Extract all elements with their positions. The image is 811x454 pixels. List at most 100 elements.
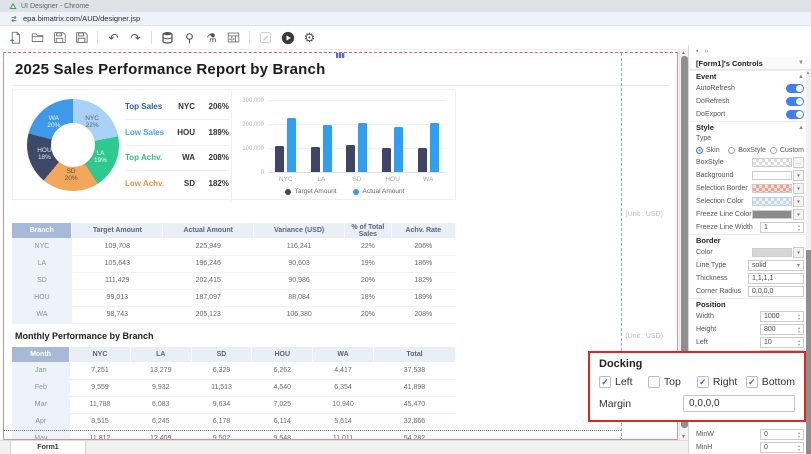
section-position[interactable]: Position	[689, 298, 811, 310]
selection-color-dropdown-button[interactable]: ▾	[793, 196, 804, 207]
table-cell: 186%	[391, 255, 455, 272]
table-cell: 13,279	[130, 362, 191, 379]
corner-radius-input[interactable]: 0,0,0,0	[748, 286, 804, 297]
settings-button[interactable]: ⚙	[301, 29, 318, 46]
minw-stepper[interactable]: 0▴▾	[760, 429, 804, 440]
pin-icon[interactable]: ▪	[696, 48, 698, 55]
table-cell: Feb	[12, 379, 70, 396]
dorefresh-row: DoRefresh	[689, 95, 811, 108]
panel-header[interactable]: [Form1]'s Controls ▼	[689, 57, 811, 70]
table-cell: 41,898	[373, 379, 455, 396]
column-header: Achv. Rate	[391, 223, 455, 238]
scroll-down-icon[interactable]: ▼	[806, 449, 810, 454]
border-color-dropdown-button[interactable]: ▾	[793, 247, 804, 258]
docking-checkboxes: ✓Left Top ✓Right✓Bottom	[599, 376, 795, 388]
background-swatch[interactable]	[752, 171, 792, 180]
selection-border-dropdown-button[interactable]: ▾	[793, 183, 804, 194]
autorefresh-toggle[interactable]	[786, 84, 804, 93]
url-text[interactable]: epa.bimatrix.com/AUD/designer.jsp	[23, 14, 140, 23]
bar	[394, 127, 403, 172]
boxstyle-swatch[interactable]	[752, 158, 792, 167]
new-file-button[interactable]	[7, 29, 24, 46]
x-axis-label: SD	[339, 176, 375, 183]
collapse-panel-icon[interactable]: »	[704, 48, 708, 55]
stepper-arrows-icon[interactable]: ▴▾	[795, 313, 803, 321]
freeze-line-color-dropdown-button[interactable]: ▾	[793, 209, 804, 220]
table-cell: 7,251	[70, 362, 131, 379]
column-header: % of Total Sales	[345, 223, 392, 238]
urlbar[interactable]: epa.bimatrix.com/AUD/designer.jsp	[0, 12, 811, 26]
redo-button[interactable]: ↷	[127, 29, 144, 46]
dock-checkbox-left[interactable]: ✓Left	[599, 376, 648, 388]
height-row: Height 800▴▾	[689, 323, 811, 336]
minh-stepper[interactable]: 0▴▾	[760, 442, 804, 453]
panel-scrollbar[interactable]: ▲ ▼	[806, 70, 811, 454]
line-type-select[interactable]: solid▾	[748, 260, 804, 271]
selection-border-swatch[interactable]	[752, 184, 792, 193]
y-axis-tick: 200,000	[242, 122, 264, 128]
stepper-arrows-icon[interactable]: ▴▾	[795, 444, 803, 452]
stepper-arrows-icon[interactable]: ▴▾	[795, 339, 803, 347]
save-all-button[interactable]	[73, 29, 90, 46]
column-header: Target Amount	[72, 223, 163, 238]
doexport-toggle[interactable]	[786, 110, 804, 119]
kpi-row: Low Achv.SD182%	[125, 171, 229, 196]
section-border[interactable]: Border	[689, 234, 811, 246]
chart-legend: Target AmountActual Amount	[232, 188, 457, 195]
checkbox-label: Top	[664, 376, 681, 388]
margin-row: Margin	[599, 395, 795, 412]
section-style[interactable]: Style ▲	[689, 121, 811, 133]
checkbox-label: Bottom	[762, 376, 795, 388]
stepper-arrows-icon[interactable]: ▴▾	[795, 326, 803, 334]
freeze-line-color-swatch[interactable]	[752, 210, 792, 219]
window-titlebar: UI Designer - Chrome	[0, 0, 811, 12]
docking-magnifier-overlay: Docking ✓LeftTop✓Right✓Bottom Margin	[588, 351, 806, 422]
background-dropdown-button[interactable]: ▾	[793, 170, 804, 181]
form-tab[interactable]: Form1	[10, 441, 86, 454]
radio-boxstyle[interactable]: BoxStyle	[728, 147, 766, 154]
stepper-arrows-icon[interactable]: ▴▾	[795, 224, 803, 232]
tools-button[interactable]: ⚲	[181, 29, 198, 46]
thickness-input[interactable]: 1,1,1,1	[748, 273, 804, 284]
legend-item: Actual Amount	[353, 188, 405, 195]
radio-custom[interactable]: Custom	[770, 147, 804, 154]
dock-checkbox-bottom[interactable]: ✓Bottom	[746, 376, 795, 388]
database-button[interactable]	[159, 29, 176, 46]
left-stepper[interactable]: 10▴▾	[760, 337, 804, 348]
design-canvas-form[interactable]: 2025 Sales Performance Report by Branch …	[3, 52, 678, 440]
save-button[interactable]	[51, 29, 68, 46]
edit-button[interactable]	[257, 29, 274, 46]
data-grid-button[interactable]	[225, 29, 242, 46]
boxstyle-more-button[interactable]: …	[793, 157, 804, 168]
border-color-swatch[interactable]	[752, 248, 792, 257]
flask-icon: ⚗	[206, 32, 217, 44]
section-event[interactable]: Event ▲	[689, 70, 811, 82]
pie-slice-label: SD20%	[65, 168, 78, 182]
table-cell: 90,603	[254, 255, 345, 272]
table-cell: SD	[12, 272, 72, 289]
stepper-arrows-icon[interactable]: ▴▾	[795, 431, 803, 439]
dock-checkbox-right[interactable]: ✓Right	[697, 376, 746, 388]
flask-button[interactable]: ⚗	[203, 29, 220, 46]
scrollbar-thumb[interactable]	[806, 250, 811, 454]
height-stepper[interactable]: 800▴▾	[760, 324, 804, 335]
scroll-up-icon[interactable]: ▲	[806, 70, 810, 75]
column-header: SD	[191, 347, 252, 362]
width-stepper[interactable]: 1000▴▾	[760, 311, 804, 322]
margin-input[interactable]	[683, 395, 795, 412]
dorefresh-toggle[interactable]	[786, 97, 804, 106]
selection-handle[interactable]	[336, 53, 345, 58]
column-header: Actual Amount	[163, 223, 254, 238]
open-folder-icon	[31, 31, 44, 44]
run-button[interactable]	[279, 29, 296, 46]
selection-color-swatch[interactable]	[752, 197, 792, 206]
undo-button[interactable]: ↶	[105, 29, 122, 46]
open-folder-button[interactable]	[29, 29, 46, 46]
left-row: Left 10▴▾	[689, 336, 811, 349]
table-cell: Mar	[12, 396, 70, 413]
kpi-branch: HOU	[169, 128, 195, 137]
radio-skin[interactable]: Skin	[696, 147, 724, 154]
freeze-line-width-stepper[interactable]: 1▴▾	[760, 222, 804, 233]
table-cell: 10,940	[313, 396, 374, 413]
dock-checkbox-top[interactable]: Top	[648, 376, 697, 388]
